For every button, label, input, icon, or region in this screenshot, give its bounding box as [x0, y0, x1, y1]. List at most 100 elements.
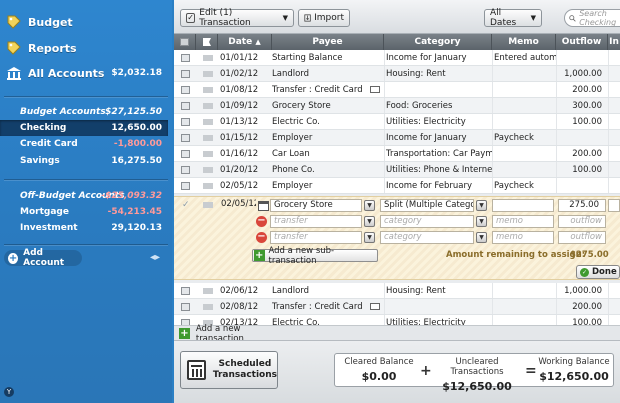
add-account-button[interactable]: + Add Account [4, 248, 82, 268]
select-all-checkbox[interactable] [180, 38, 189, 46]
sub-payee-field[interactable]: transfer [270, 215, 362, 228]
nav-budget[interactable]: Budget [0, 10, 172, 34]
calendar-icon[interactable] [258, 200, 269, 211]
row-checkbox[interactable] [181, 287, 190, 295]
flag-icon[interactable] [203, 55, 213, 61]
flag-icon[interactable] [203, 87, 213, 93]
account-amount: 29,120.13 [111, 223, 162, 233]
edit-category-field[interactable]: Split (Multiple Categories) [380, 199, 474, 212]
row-checkbox[interactable] [181, 166, 190, 174]
transfer-icon[interactable] [370, 86, 380, 93]
sub-outflow-field[interactable]: outflow [558, 231, 606, 244]
row-outflow: 100.00 [572, 165, 602, 175]
table-row[interactable]: 01/02/12 Landlord Housing: Rent 1,000.00 [174, 66, 620, 82]
flag-icon[interactable] [203, 167, 213, 173]
account-credit-card[interactable]: Credit Card -1,800.00 [0, 136, 168, 152]
checkbox-icon: ✓ [186, 13, 196, 23]
flag-icon[interactable] [203, 202, 213, 208]
flag-icon[interactable] [203, 119, 213, 125]
column-divider [608, 130, 609, 145]
flag-icon[interactable] [203, 304, 213, 310]
row-checkbox[interactable] [181, 54, 190, 62]
row-checkbox[interactable] [181, 86, 190, 94]
flag-icon[interactable] [203, 71, 213, 77]
add-subtransaction-button[interactable]: + Add a new sub-transaction [252, 246, 378, 266]
remove-subtransaction-icon[interactable]: − [256, 232, 267, 243]
search-input[interactable]: Search Checking [564, 9, 620, 27]
sub-category-dropdown-icon[interactable]: ▼ [476, 216, 487, 227]
date-filter-dropdown[interactable]: All Dates ▼ [484, 8, 542, 28]
sub-category-field[interactable]: category [380, 215, 474, 228]
checkmark-icon: ✓ [580, 267, 589, 277]
import-button[interactable]: Import [298, 9, 350, 27]
row-checkbox[interactable] [181, 182, 190, 190]
flag-icon[interactable] [203, 103, 213, 109]
collapse-sidebar-icon[interactable]: ◂▸ [150, 252, 160, 263]
row-checkbox[interactable] [181, 150, 190, 158]
memo-column-header[interactable]: Memo [492, 34, 556, 50]
select-all-column[interactable] [174, 34, 196, 50]
sub-payee-field[interactable]: transfer [270, 231, 362, 244]
row-category: Housing: Rent [386, 286, 446, 296]
row-checkbox[interactable] [181, 134, 190, 142]
sub-memo-field[interactable]: memo [492, 215, 554, 228]
table-row[interactable]: 01/16/12 Car Loan Transportation: Car Paym… [174, 146, 620, 162]
flag-icon[interactable] [203, 288, 213, 294]
sub-category-dropdown-icon[interactable]: ▼ [476, 232, 487, 243]
scheduled-transactions-button[interactable]: Scheduled Transactions [180, 351, 278, 389]
flag-column-header[interactable] [196, 34, 218, 50]
table-row[interactable]: 01/20/12 Phone Co. Utilities: Phone & Inte… [174, 162, 620, 178]
row-checkbox[interactable] [181, 70, 190, 78]
column-divider [492, 178, 493, 193]
date-column-header[interactable]: Date ▲ [218, 34, 272, 50]
edit-memo-field[interactable] [492, 199, 554, 212]
account-savings[interactable]: Savings 16,275.50 [0, 153, 168, 169]
nav-reports[interactable]: Reports [0, 36, 172, 60]
sub-payee-dropdown-icon[interactable]: ▼ [364, 232, 375, 243]
flag-icon[interactable] [203, 135, 213, 141]
flag-icon[interactable] [203, 151, 213, 157]
column-divider [608, 82, 609, 97]
table-row[interactable]: 02/05/12 Employer Income for February Paych… [174, 178, 620, 194]
transfer-icon[interactable] [370, 303, 380, 310]
edit-transaction-button[interactable]: ✓ Edit (1) Transaction ▼ [180, 8, 294, 28]
nav-all-accounts[interactable]: All Accounts $2,032.18 [0, 61, 172, 85]
account-investment[interactable]: Investment 29,120.13 [0, 220, 168, 236]
row-checkbox[interactable] [181, 118, 190, 126]
row-checkbox[interactable] [181, 303, 190, 311]
edit-outflow-field[interactable]: 275.00 [558, 199, 606, 212]
account-checking[interactable]: Checking 12,650.00 [0, 120, 168, 136]
payee-column-header[interactable]: Payee [272, 34, 384, 50]
row-date: 01/13/12 [220, 117, 259, 127]
category-column-header[interactable]: Category [384, 34, 492, 50]
payee-dropdown-icon[interactable]: ▼ [364, 200, 375, 211]
sub-payee-dropdown-icon[interactable]: ▼ [364, 216, 375, 227]
outflow-column-header[interactable]: Outflow [556, 34, 608, 50]
add-transaction-button[interactable]: + Add a new transaction [178, 324, 290, 344]
category-dropdown-icon[interactable]: ▼ [476, 200, 487, 211]
sub-memo-field[interactable]: memo [492, 231, 554, 244]
inflow-column-header[interactable]: In [608, 34, 620, 50]
edit-inflow-field[interactable] [608, 199, 620, 212]
edit-payee-field[interactable]: Grocery Store [270, 199, 362, 212]
table-row[interactable]: 02/06/12 Landlord Housing: Rent 1,000.00 [174, 283, 620, 299]
remove-subtransaction-icon[interactable]: − [256, 216, 267, 227]
table-row[interactable]: 01/01/12 Starting Balance Income for Janua… [174, 50, 620, 66]
row-checkbox[interactable] [181, 102, 190, 110]
done-button[interactable]: ✓ Done [576, 265, 620, 279]
table-row[interactable]: 01/15/12 Employer Income for January Payche… [174, 130, 620, 146]
flag-icon[interactable] [203, 183, 213, 189]
sub-category-field[interactable]: category [380, 231, 474, 244]
budget-accounts-header[interactable]: Budget Accounts $27,125.50 [0, 104, 172, 120]
sub-outflow-field[interactable]: outflow [558, 215, 606, 228]
column-divider [556, 50, 557, 65]
table-row[interactable]: 02/08/12 Transfer : Credit Card 200.00 [174, 299, 620, 315]
table-row[interactable]: 01/09/12 Grocery Store Food: Groceries 300.… [174, 98, 620, 114]
table-row[interactable]: 01/13/12 Electric Co. Utilities: Electrici… [174, 114, 620, 130]
selected-checkmark-icon[interactable]: ✓ [182, 200, 190, 210]
table-row[interactable]: 01/08/12 Transfer : Credit Card 200.00 [174, 82, 620, 98]
offbudget-accounts-header[interactable]: Off-Budget Accounts -$25,093.32 [0, 188, 172, 204]
edit-date-field[interactable]: 02/05/12 [218, 199, 256, 212]
account-mortgage[interactable]: Mortgage -54,213.45 [0, 204, 168, 220]
column-divider [492, 130, 493, 145]
